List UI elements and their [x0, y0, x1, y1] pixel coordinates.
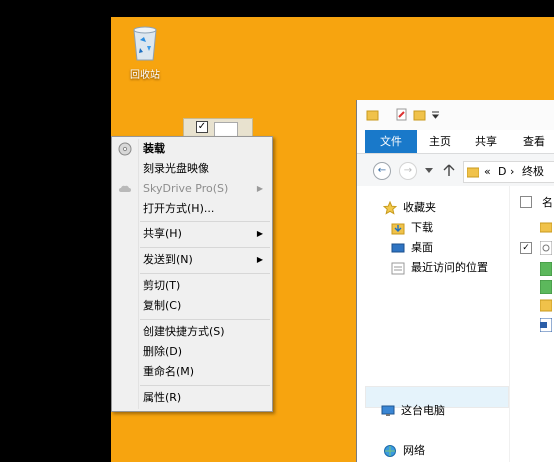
menu-separator: [140, 319, 270, 320]
document-icon[interactable]: [540, 318, 552, 332]
folder-icon: [366, 110, 379, 121]
recent-locations-icon[interactable]: [425, 168, 433, 174]
breadcrumb-drive[interactable]: D: [498, 162, 506, 182]
ribbon-tabs: 文件 主页 共享 查看: [357, 130, 554, 154]
row-checkbox[interactable]: ✓: [520, 242, 532, 254]
breadcrumb-separator[interactable]: ›: [510, 162, 514, 182]
folder-icon[interactable]: [540, 220, 552, 234]
tab-share[interactable]: 共享: [469, 130, 503, 153]
new-folder-icon[interactable]: [413, 108, 426, 121]
context-menu: 装载 刻录光盘映像 SkyDrive Pro(S) ▶ 打开方式(H)... 共…: [111, 136, 273, 412]
menu-item-copy[interactable]: 复制(C): [113, 296, 271, 316]
folder-file-icon[interactable]: [540, 298, 552, 312]
select-all-checkbox[interactable]: [520, 196, 532, 208]
quick-access-dropdown-icon[interactable]: [431, 110, 444, 123]
selection-checkbox[interactable]: ✓: [196, 121, 208, 133]
menu-item-rename[interactable]: 重命名(M): [113, 362, 271, 382]
breadcrumb-folder[interactable]: 终极: [522, 162, 544, 182]
menu-item-properties[interactable]: 属性(R): [113, 388, 271, 408]
submenu-arrow-icon: ▶: [256, 229, 263, 238]
network-icon: [384, 445, 396, 457]
breadcrumb-chevron[interactable]: «: [484, 162, 491, 182]
address-bar-row: ← → « D › 终极: [357, 154, 554, 186]
menu-item-send-to[interactable]: 发送到(N) ▶: [113, 250, 271, 270]
disc-icon: [118, 142, 132, 156]
tab-home[interactable]: 主页: [423, 130, 457, 153]
tab-view[interactable]: 查看: [517, 130, 551, 153]
menu-item-open-with[interactable]: 打开方式(H)...: [113, 199, 271, 219]
navigation-pane: 收藏夹 下载 桌面 最近访问的位置 这台电脑 网络: [357, 186, 509, 462]
tab-file[interactable]: 文件: [365, 130, 417, 153]
file-explorer-window: 文件 主页 共享 查看 ← → « D › 终极 收藏夹 下载 桌面 最近访问的…: [356, 100, 554, 462]
file-list-pane: 名 ✓: [509, 186, 554, 462]
recycle-bin-shortcut[interactable]: 回收站: [125, 24, 165, 81]
computer-icon: [381, 405, 395, 416]
recycle-bin-label: 回收站: [130, 70, 160, 81]
menu-item-mount[interactable]: 装载: [113, 139, 271, 159]
folder-icon: [467, 167, 479, 178]
address-input[interactable]: « D › 终极: [463, 161, 554, 183]
menu-item-create-shortcut[interactable]: 创建快捷方式(S): [113, 322, 271, 342]
submenu-arrow-icon: ▶: [256, 255, 263, 264]
menu-separator: [140, 247, 270, 248]
menu-item-burn-disc-image[interactable]: 刻录光盘映像: [113, 159, 271, 179]
green-file-icon[interactable]: [540, 280, 552, 294]
back-button[interactable]: ←: [373, 162, 391, 180]
submenu-arrow-icon: ▶: [256, 184, 263, 193]
disc-image-file-icon[interactable]: [540, 241, 552, 255]
title-bar: [357, 100, 554, 130]
download-folder-icon: [391, 223, 405, 235]
menu-separator: [140, 385, 270, 386]
desktop-icon: [391, 243, 405, 253]
forward-button[interactable]: →: [399, 162, 417, 180]
menu-separator: [140, 273, 270, 274]
menu-item-share[interactable]: 共享(H) ▶: [113, 224, 271, 244]
column-header-name[interactable]: 名: [542, 194, 553, 210]
up-arrow-icon[interactable]: [443, 164, 455, 177]
menu-item-cut[interactable]: 剪切(T): [113, 276, 271, 296]
menu-item-delete[interactable]: 删除(D): [113, 342, 271, 362]
menu-item-skydrive-pro[interactable]: SkyDrive Pro(S) ▶: [113, 179, 271, 199]
recycle-bin-icon: [130, 24, 160, 62]
properties-icon[interactable]: [395, 108, 408, 121]
green-file-icon[interactable]: [540, 262, 552, 276]
recent-places-icon: [391, 262, 405, 275]
menu-separator: [140, 221, 270, 222]
star-icon: [383, 201, 397, 215]
cloud-icon: [119, 185, 131, 192]
